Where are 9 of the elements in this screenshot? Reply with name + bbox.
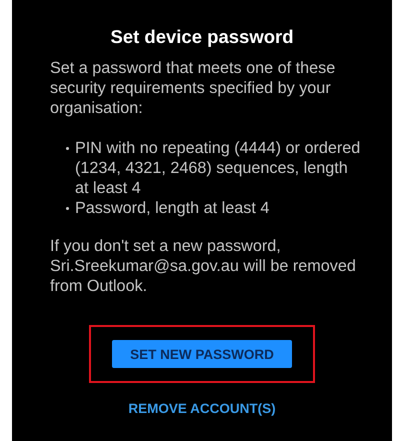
remove-account-button[interactable]: REMOVE ACCOUNT(S) xyxy=(122,397,282,420)
intro-text: Set a password that meets one of these security requirements specified by your organisation: xyxy=(50,58,336,118)
set-password-button[interactable]: SET NEW PASSWORD xyxy=(112,340,292,368)
bullet-icon xyxy=(66,147,69,150)
bullet-icon xyxy=(66,207,69,210)
dialog-title: Set device password xyxy=(109,26,295,48)
requirement-text: PIN with no repeating (4444) or ordered (1234, 4321, 2468) sequences, length at least 4 xyxy=(75,138,362,198)
warning-text: If you don't set a new password, Sri.Sreekumar@sa.gov.au will be removed from Outlook. xyxy=(50,236,357,296)
requirement-text: Password, length at least 4 xyxy=(75,198,270,218)
